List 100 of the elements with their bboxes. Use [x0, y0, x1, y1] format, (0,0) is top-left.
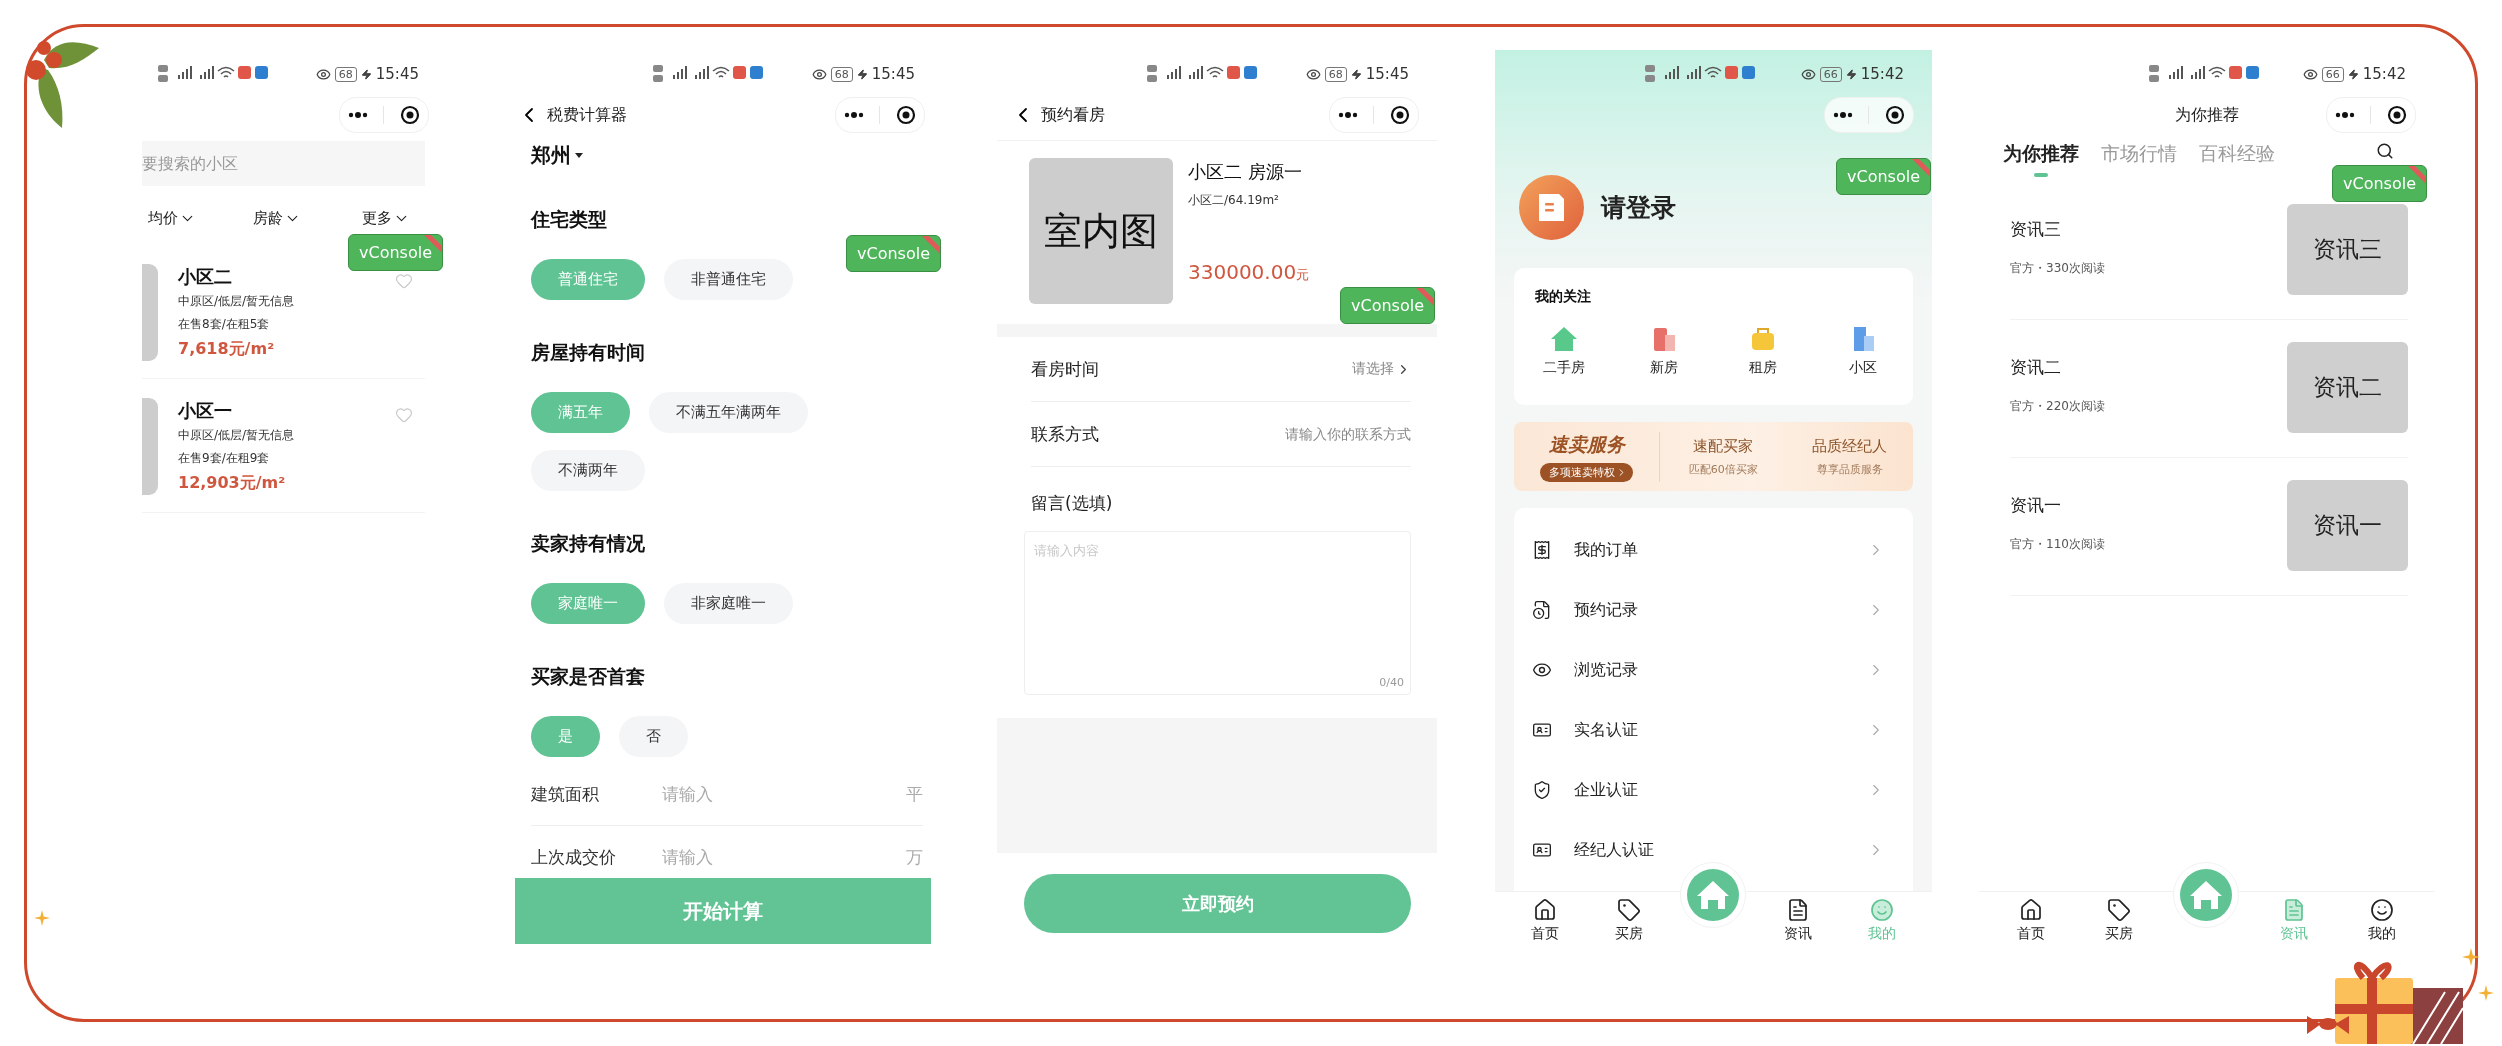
sparkle-icon	[2462, 948, 2480, 966]
unit-label: 平	[906, 782, 923, 806]
tab-item[interactable]: 首页	[1531, 892, 1560, 943]
article-title[interactable]: 资讯二	[2010, 354, 2105, 380]
category-item[interactable]: 二手房	[1514, 324, 1614, 377]
row-label: 看房时间	[1031, 357, 1099, 381]
clock-document-icon	[1532, 600, 1552, 620]
close-icon[interactable]	[1885, 105, 1906, 125]
filter-dropdown[interactable]: 均价	[148, 204, 253, 232]
row-label: 联系方式	[1031, 422, 1099, 446]
feature-title: 品质经纪人	[1812, 436, 1888, 456]
login-prompt[interactable]: 请登录	[1601, 191, 1676, 224]
status-time: 15:45	[375, 65, 419, 83]
option-chip[interactable]: 非普通住宅	[664, 259, 793, 300]
menu-item[interactable]: 经纪人认证	[1514, 820, 1913, 880]
filter-dropdown[interactable]: 更多	[362, 204, 425, 232]
category-item[interactable]: 新房	[1613, 324, 1714, 377]
time-select[interactable]: 请选择	[1352, 360, 1411, 378]
article-meta: 官方・330次阅读	[2010, 260, 2105, 277]
option-chip[interactable]: 非家庭唯一	[664, 583, 793, 624]
battery-indicator: 68	[1324, 66, 1347, 82]
menu-item[interactable]: 浏览记录	[1514, 640, 1913, 700]
status-time: 15:42	[1860, 65, 1904, 83]
close-icon[interactable]	[400, 105, 421, 125]
section-title: 买家是否首套	[531, 664, 646, 689]
more-icon[interactable]	[843, 112, 864, 118]
close-icon[interactable]	[896, 105, 917, 125]
input-field[interactable]: 请输入	[662, 784, 906, 804]
option-chip[interactable]: 不满两年	[531, 450, 645, 491]
character-counter: 0/40	[1379, 676, 1404, 689]
section-title: 住宅类型	[531, 207, 608, 232]
eye-icon	[1305, 66, 1321, 82]
field-label: 建筑面积	[531, 782, 600, 806]
category-item[interactable]: 小区	[1813, 324, 1913, 377]
article-meta: 官方・220次阅读	[2010, 398, 2105, 415]
average-price: 12,903元/m²	[178, 472, 287, 494]
banner-title: 速卖服务	[1548, 431, 1625, 457]
tab-item[interactable]: 首页	[2016, 892, 2045, 943]
community-name: 小区二	[178, 265, 233, 289]
eye-icon	[2302, 66, 2318, 82]
status-time: 15:45	[871, 65, 915, 83]
battery-indicator: 66	[2321, 66, 2344, 82]
tab-item[interactable]: 买房	[2104, 892, 2133, 943]
community-info: 中原区/低层/暂无信息	[178, 427, 296, 444]
listing-price: 330000.00	[1188, 260, 1297, 284]
privilege-link[interactable]: 多项速卖特权	[1540, 462, 1633, 482]
close-icon[interactable]	[1390, 105, 1411, 125]
menu-item[interactable]: 实名认证	[1514, 700, 1913, 760]
category-tab[interactable]: 为你推荐	[2003, 140, 2079, 177]
smile-icon	[2370, 898, 2395, 922]
option-chip[interactable]: 不满五年满两年	[649, 392, 808, 433]
battery-indicator: 66	[1819, 66, 1842, 82]
sparkle-icon	[34, 910, 50, 926]
filter-dropdown[interactable]: 房龄	[253, 204, 362, 232]
article-title[interactable]: 资讯三	[2010, 216, 2105, 242]
eye-icon	[315, 66, 331, 82]
tag-icon	[2106, 898, 2131, 922]
status-time: 15:45	[1365, 65, 1409, 83]
section-title: 房屋持有时间	[531, 340, 646, 365]
average-price: 7,618元/m²	[178, 338, 276, 360]
smile-icon	[1869, 898, 1894, 922]
battery-indicator: 68	[830, 66, 853, 82]
category-item[interactable]: 租房	[1713, 324, 1814, 377]
listing-title: 小区二 房源一	[1188, 160, 1303, 184]
search-field[interactable]: 要搜索的小区	[142, 141, 425, 186]
card-title: 我的关注	[1534, 288, 1592, 306]
eye-icon	[1800, 66, 1816, 82]
section-title: 卖家持有情况	[531, 531, 646, 556]
menu-item[interactable]: 预约记录	[1514, 580, 1913, 640]
placeholder-label: 资讯一	[2313, 511, 2382, 540]
menu-item[interactable]: 企业认证	[1514, 760, 1913, 820]
close-icon[interactable]	[2387, 105, 2408, 125]
charging-icon	[1350, 68, 1362, 80]
caret-icon	[575, 152, 583, 159]
house-icon	[2180, 869, 2233, 921]
charging-icon	[2347, 68, 2359, 80]
charging-icon	[1845, 68, 1857, 80]
eye-icon	[811, 66, 827, 82]
price-unit: 元	[1296, 267, 1310, 284]
more-icon[interactable]	[347, 112, 368, 118]
menu-item[interactable]: 我的订单	[1514, 520, 1913, 580]
feature-title: 速配买家	[1693, 436, 1754, 456]
community-info: 中原区/低层/暂无信息	[178, 293, 296, 310]
city-selector[interactable]: 郑州	[531, 142, 583, 169]
more-icon[interactable]	[2334, 112, 2355, 118]
tab-item[interactable]: 买房	[1615, 892, 1644, 943]
tab-item[interactable]: 资讯	[1783, 892, 1812, 943]
search-icon[interactable]	[2376, 142, 2394, 160]
article-meta: 官方・110次阅读	[2010, 536, 2105, 553]
input-field[interactable]: 请输入	[662, 847, 906, 866]
placeholder-label: 资讯三	[2313, 235, 2382, 264]
article-title[interactable]: 资讯一	[2010, 492, 2105, 518]
service-banner[interactable]: 速卖服务 多项速卖特权 速配买家 匹配60倍买家 品质经纪人 尊享品质服务	[1514, 422, 1913, 491]
more-icon[interactable]	[1337, 112, 1358, 118]
tab-item[interactable]: 我的	[2368, 892, 2397, 943]
avatar-icon[interactable]	[1519, 175, 1584, 240]
option-chip[interactable]: 否	[619, 716, 688, 757]
more-icon[interactable]	[1832, 112, 1853, 118]
page-title: 预约看房	[1041, 104, 1105, 126]
input-field[interactable]: 请输入你的联系方式	[1221, 426, 1411, 442]
